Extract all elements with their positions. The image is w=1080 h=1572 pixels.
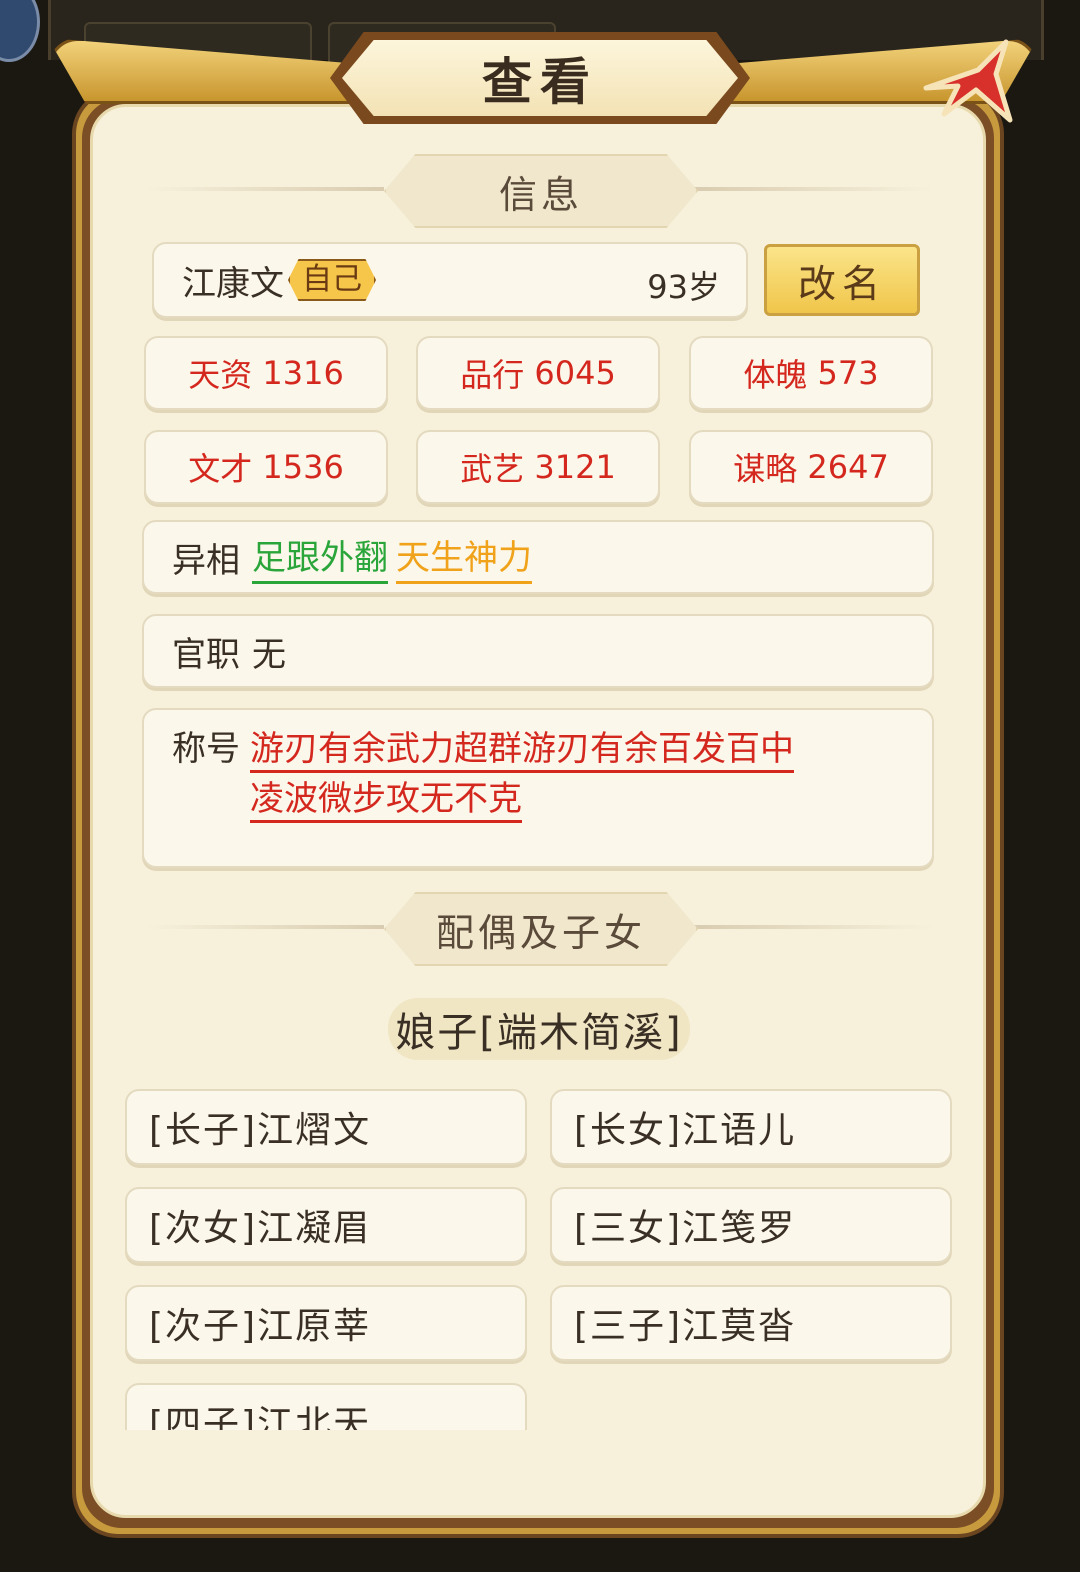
- stat-label: 品行: [460, 356, 525, 394]
- traits-row: 异相 足跟外翻 天生神力: [142, 520, 934, 594]
- trait-item[interactable]: 足跟外翻: [252, 530, 388, 584]
- stat-label: 体魄: [743, 356, 808, 394]
- stat-value: 6045: [534, 354, 616, 392]
- child-item[interactable]: [三子]江莫沓: [550, 1285, 952, 1361]
- stat-label: 文才: [188, 450, 253, 488]
- section-header-info: 信息: [144, 154, 934, 228]
- trait-item[interactable]: 天生神力: [396, 530, 532, 584]
- titles-row: 称号 游刃有余武力超群游刃有余百发百中 凌波微步攻无不克: [142, 708, 934, 868]
- character-name: 江康文: [182, 263, 284, 304]
- close-icon: [923, 39, 1013, 123]
- office-row: 官职 无: [142, 614, 934, 688]
- child-item[interactable]: [长子]江熠文: [125, 1089, 527, 1165]
- rename-button[interactable]: 改名: [764, 244, 920, 316]
- stat-value: 1316: [262, 354, 344, 392]
- close-button[interactable]: [918, 36, 1014, 132]
- child-item[interactable]: [次子]江原莘: [125, 1285, 527, 1361]
- divider: [144, 925, 384, 929]
- office-label: 官职: [172, 634, 240, 675]
- stat-label: 天资: [188, 356, 253, 394]
- office-value: 无: [252, 634, 286, 675]
- section-title: 信息: [384, 154, 698, 228]
- age-label: 93岁: [647, 268, 720, 306]
- stat-conduct: 品行 6045: [416, 336, 660, 410]
- stat-talent: 天资 1316: [144, 336, 388, 410]
- traits-label: 异相: [172, 540, 240, 581]
- section-title: 配偶及子女: [384, 892, 698, 966]
- child-item[interactable]: [次女]江凝眉: [125, 1187, 527, 1263]
- stat-value: 1536: [262, 448, 344, 486]
- stat-strategy: 谋略 2647: [689, 430, 933, 504]
- child-item[interactable]: [三女]江笺罗: [550, 1187, 952, 1263]
- titles-label: 称号: [172, 729, 240, 769]
- child-item[interactable]: [四子]江北天: [125, 1383, 527, 1430]
- divider: [144, 187, 384, 191]
- children-list[interactable]: [长子]江熠文 [长女]江语儿 [次女]江凝眉 [三女]江笺罗 [次子]江原莘 …: [100, 1080, 980, 1430]
- stat-value: 573: [817, 354, 879, 392]
- spouse-button[interactable]: 娘子[端木简溪]: [388, 998, 690, 1060]
- stat-label: 谋略: [733, 450, 798, 488]
- name-field: 江康文 自己 93岁: [152, 242, 748, 318]
- stat-value: 2647: [807, 448, 889, 486]
- stat-value: 3121: [534, 448, 616, 486]
- section-header-family: 配偶及子女: [144, 892, 934, 966]
- stat-literary: 文才 1536: [144, 430, 388, 504]
- corner-badge-icon: [0, 0, 40, 62]
- divider: [694, 925, 934, 929]
- stat-physique: 体魄 573: [689, 336, 933, 410]
- titles-line[interactable]: 游刃有余武力超群游刃有余百发百中: [250, 729, 794, 773]
- stat-label: 武艺: [460, 450, 525, 488]
- stat-martial: 武艺 3121: [416, 430, 660, 504]
- self-badge: 自己: [288, 259, 376, 301]
- titles-line[interactable]: 凌波微步攻无不克: [250, 779, 522, 823]
- child-item[interactable]: [长女]江语儿: [550, 1089, 952, 1165]
- dialog-title: 查看: [342, 40, 738, 116]
- titles-list: 游刃有余武力超群游刃有余百发百中 凌波微步攻无不克: [250, 724, 870, 824]
- divider: [694, 187, 934, 191]
